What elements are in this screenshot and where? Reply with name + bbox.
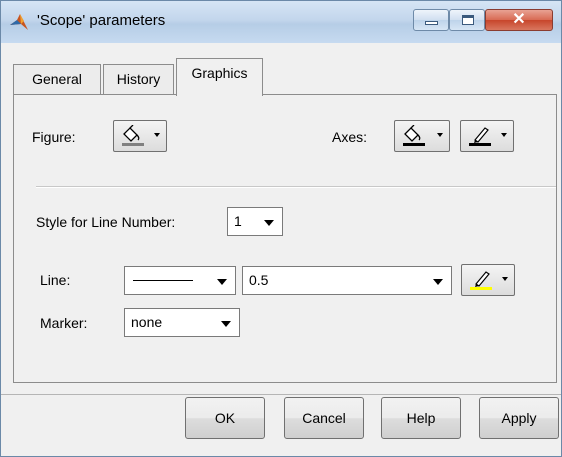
- line-width-select[interactable]: 0.5: [242, 266, 452, 295]
- minimize-button[interactable]: [413, 9, 449, 31]
- window-title: 'Scope' parameters: [37, 12, 166, 29]
- chevron-down-icon: [221, 321, 231, 327]
- tab-history[interactable]: History: [103, 64, 174, 94]
- solid-line-swatch: [133, 280, 193, 281]
- chevron-down-icon: [433, 279, 443, 285]
- matlab-logo-icon: [10, 14, 28, 30]
- scope-parameters-dialog: 'Scope' parameters ✕ General History Gra…: [0, 0, 562, 457]
- chevron-down-icon: [264, 220, 274, 226]
- cancel-button[interactable]: Cancel: [284, 397, 364, 439]
- close-icon: ✕: [512, 11, 526, 28]
- figure-label: Figure:: [32, 129, 76, 145]
- paint-bucket-icon: [122, 125, 144, 146]
- style-line-number-label: Style for Line Number:: [36, 214, 176, 230]
- line-number-select[interactable]: 1: [227, 207, 283, 236]
- figure-color-button[interactable]: [113, 120, 167, 152]
- axes-line-color-button[interactable]: [460, 120, 514, 152]
- section-divider: [36, 186, 556, 188]
- dialog-body: General History Graphics Figure: Axes: S…: [1, 43, 561, 456]
- close-button[interactable]: ✕: [485, 9, 553, 31]
- button-bar-divider: [1, 394, 561, 395]
- help-button[interactable]: Help: [381, 397, 461, 439]
- marker-label: Marker:: [40, 315, 88, 331]
- graphics-panel: Figure: Axes: Style for Line Number: 1 L…: [13, 94, 557, 383]
- maximize-button[interactable]: [449, 9, 485, 31]
- chevron-down-icon: [217, 279, 227, 285]
- title-bar[interactable]: 'Scope' parameters ✕: [1, 1, 561, 43]
- line-color-button[interactable]: [461, 264, 515, 296]
- chevron-down-icon: [502, 277, 508, 281]
- chevron-down-icon: [501, 133, 507, 137]
- tab-general[interactable]: General: [13, 64, 101, 94]
- line-label: Line:: [40, 272, 71, 288]
- apply-button[interactable]: Apply: [479, 397, 559, 439]
- pen-color-icon: [470, 271, 492, 290]
- line-style-select[interactable]: [124, 266, 236, 295]
- paint-bucket-icon: [403, 125, 425, 146]
- axes-color-button[interactable]: [394, 120, 450, 152]
- axes-label: Axes:: [332, 129, 368, 145]
- chevron-down-icon: [154, 133, 160, 137]
- ok-button[interactable]: OK: [185, 397, 265, 439]
- marker-select[interactable]: none: [124, 308, 240, 337]
- tab-graphics[interactable]: Graphics: [176, 58, 263, 96]
- pen-color-icon: [469, 127, 491, 146]
- chevron-down-icon: [437, 133, 443, 137]
